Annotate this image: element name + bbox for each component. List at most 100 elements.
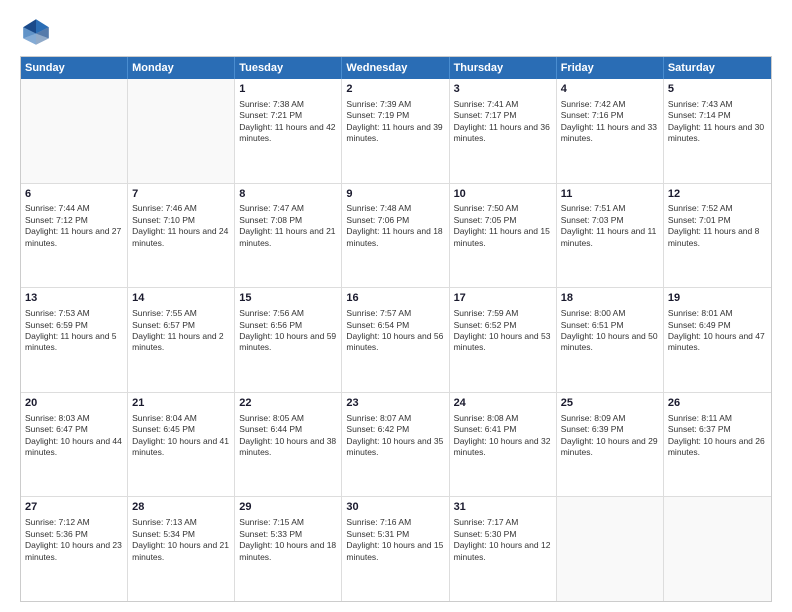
day-cell-24: 24Sunrise: 8:08 AMSunset: 6:41 PMDayligh…	[450, 393, 557, 497]
sunrise-text: Sunrise: 7:15 AM	[239, 517, 337, 528]
daylight-text: Daylight: 11 hours and 18 minutes.	[346, 226, 444, 249]
day-number: 21	[132, 396, 230, 411]
day-cell-30: 30Sunrise: 7:16 AMSunset: 5:31 PMDayligh…	[342, 497, 449, 601]
sunrise-text: Sunrise: 7:57 AM	[346, 308, 444, 319]
day-header-thursday: Thursday	[450, 57, 557, 79]
sunrise-text: Sunrise: 7:42 AM	[561, 99, 659, 110]
day-header-saturday: Saturday	[664, 57, 771, 79]
sunset-text: Sunset: 7:10 PM	[132, 215, 230, 226]
day-number: 26	[668, 396, 767, 411]
day-header-wednesday: Wednesday	[342, 57, 449, 79]
day-header-sunday: Sunday	[21, 57, 128, 79]
logo-icon	[20, 16, 52, 48]
sunset-text: Sunset: 6:54 PM	[346, 320, 444, 331]
day-cell-8: 8Sunrise: 7:47 AMSunset: 7:08 PMDaylight…	[235, 184, 342, 288]
calendar-week-2: 6Sunrise: 7:44 AMSunset: 7:12 PMDaylight…	[21, 184, 771, 289]
calendar-week-4: 20Sunrise: 8:03 AMSunset: 6:47 PMDayligh…	[21, 393, 771, 498]
day-number: 18	[561, 291, 659, 306]
day-cell-25: 25Sunrise: 8:09 AMSunset: 6:39 PMDayligh…	[557, 393, 664, 497]
day-cell-18: 18Sunrise: 8:00 AMSunset: 6:51 PMDayligh…	[557, 288, 664, 392]
sunset-text: Sunset: 6:57 PM	[132, 320, 230, 331]
sunset-text: Sunset: 6:39 PM	[561, 424, 659, 435]
daylight-text: Daylight: 10 hours and 35 minutes.	[346, 436, 444, 459]
sunrise-text: Sunrise: 7:52 AM	[668, 203, 767, 214]
day-cell-9: 9Sunrise: 7:48 AMSunset: 7:06 PMDaylight…	[342, 184, 449, 288]
day-cell-10: 10Sunrise: 7:50 AMSunset: 7:05 PMDayligh…	[450, 184, 557, 288]
day-number: 17	[454, 291, 552, 306]
day-number: 10	[454, 187, 552, 202]
day-number: 4	[561, 82, 659, 97]
sunrise-text: Sunrise: 7:13 AM	[132, 517, 230, 528]
day-cell-empty	[664, 497, 771, 601]
sunset-text: Sunset: 6:59 PM	[25, 320, 123, 331]
day-number: 2	[346, 82, 444, 97]
sunset-text: Sunset: 7:08 PM	[239, 215, 337, 226]
sunrise-text: Sunrise: 8:00 AM	[561, 308, 659, 319]
sunrise-text: Sunrise: 7:46 AM	[132, 203, 230, 214]
sunrise-text: Sunrise: 7:47 AM	[239, 203, 337, 214]
sunset-text: Sunset: 5:31 PM	[346, 529, 444, 540]
day-number: 23	[346, 396, 444, 411]
day-number: 15	[239, 291, 337, 306]
sunset-text: Sunset: 6:37 PM	[668, 424, 767, 435]
day-cell-empty	[128, 79, 235, 183]
sunset-text: Sunset: 6:45 PM	[132, 424, 230, 435]
daylight-text: Daylight: 10 hours and 50 minutes.	[561, 331, 659, 354]
day-number: 22	[239, 396, 337, 411]
sunrise-text: Sunrise: 7:17 AM	[454, 517, 552, 528]
sunset-text: Sunset: 7:14 PM	[668, 110, 767, 121]
sunrise-text: Sunrise: 8:11 AM	[668, 413, 767, 424]
daylight-text: Daylight: 11 hours and 5 minutes.	[25, 331, 123, 354]
sunset-text: Sunset: 6:52 PM	[454, 320, 552, 331]
sunrise-text: Sunrise: 8:03 AM	[25, 413, 123, 424]
day-number: 9	[346, 187, 444, 202]
daylight-text: Daylight: 11 hours and 2 minutes.	[132, 331, 230, 354]
sunset-text: Sunset: 7:17 PM	[454, 110, 552, 121]
day-number: 25	[561, 396, 659, 411]
day-header-tuesday: Tuesday	[235, 57, 342, 79]
sunset-text: Sunset: 7:03 PM	[561, 215, 659, 226]
day-header-monday: Monday	[128, 57, 235, 79]
day-number: 20	[25, 396, 123, 411]
day-cell-22: 22Sunrise: 8:05 AMSunset: 6:44 PMDayligh…	[235, 393, 342, 497]
sunrise-text: Sunrise: 7:43 AM	[668, 99, 767, 110]
day-cell-29: 29Sunrise: 7:15 AMSunset: 5:33 PMDayligh…	[235, 497, 342, 601]
sunrise-text: Sunrise: 7:55 AM	[132, 308, 230, 319]
calendar-body: 1Sunrise: 7:38 AMSunset: 7:21 PMDaylight…	[21, 79, 771, 601]
day-cell-21: 21 Sunrise: 8:04 AMSunset: 6:45 PMDayligh…	[128, 393, 235, 497]
sunrise-text: Sunrise: 8:01 AM	[668, 308, 767, 319]
daylight-text: Daylight: 10 hours and 53 minutes.	[454, 331, 552, 354]
day-number: 3	[454, 82, 552, 97]
daylight-text: Daylight: 10 hours and 23 minutes.	[25, 540, 123, 563]
day-cell-5: 5 Sunrise: 7:43 AMSunset: 7:14 PMDaylight…	[664, 79, 771, 183]
sunset-text: Sunset: 7:19 PM	[346, 110, 444, 121]
sunrise-text: Sunrise: 8:04 AM	[132, 413, 230, 424]
calendar-header: SundayMondayTuesdayWednesdayThursdayFrid…	[21, 57, 771, 79]
day-cell-1: 1Sunrise: 7:38 AMSunset: 7:21 PMDaylight…	[235, 79, 342, 183]
daylight-text: Daylight: 11 hours and 30 minutes.	[668, 122, 767, 145]
daylight-text: Daylight: 11 hours and 33 minutes.	[561, 122, 659, 145]
sunset-text: Sunset: 5:34 PM	[132, 529, 230, 540]
daylight-text: Daylight: 10 hours and 47 minutes.	[668, 331, 767, 354]
sunset-text: Sunset: 6:44 PM	[239, 424, 337, 435]
daylight-text: Daylight: 11 hours and 8 minutes.	[668, 226, 767, 249]
sunset-text: Sunset: 6:41 PM	[454, 424, 552, 435]
day-number: 7	[132, 187, 230, 202]
day-cell-19: 19Sunrise: 8:01 AMSunset: 6:49 PMDayligh…	[664, 288, 771, 392]
day-number: 13	[25, 291, 123, 306]
sunset-text: Sunset: 7:06 PM	[346, 215, 444, 226]
day-cell-17: 17Sunrise: 7:59 AMSunset: 6:52 PMDayligh…	[450, 288, 557, 392]
day-cell-23: 23Sunrise: 8:07 AMSunset: 6:42 PMDayligh…	[342, 393, 449, 497]
header	[20, 16, 772, 48]
day-cell-7: 7Sunrise: 7:46 AMSunset: 7:10 PMDaylight…	[128, 184, 235, 288]
calendar: SundayMondayTuesdayWednesdayThursdayFrid…	[20, 56, 772, 602]
logo	[20, 16, 56, 48]
day-cell-26: 26Sunrise: 8:11 AMSunset: 6:37 PMDayligh…	[664, 393, 771, 497]
day-cell-empty	[557, 497, 664, 601]
day-number: 5	[668, 82, 767, 97]
sunrise-text: Sunrise: 8:09 AM	[561, 413, 659, 424]
sunset-text: Sunset: 5:36 PM	[25, 529, 123, 540]
daylight-text: Daylight: 10 hours and 41 minutes.	[132, 436, 230, 459]
daylight-text: Daylight: 11 hours and 27 minutes.	[25, 226, 123, 249]
sunset-text: Sunset: 6:42 PM	[346, 424, 444, 435]
